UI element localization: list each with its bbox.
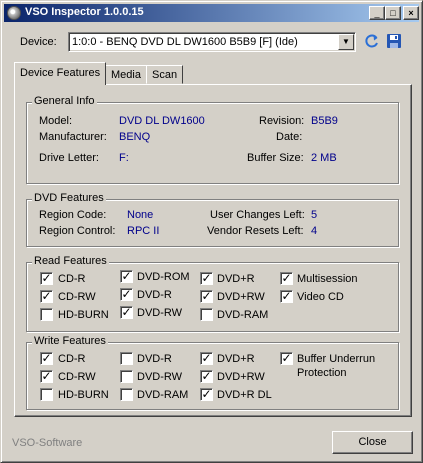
vendor-resets-label: Vendor Resets Left: — [207, 225, 304, 237]
buffer-size-value: 2 MB — [311, 152, 337, 164]
checkbox-write-dvd-plus-r[interactable]: ✓ — [200, 352, 213, 365]
read-hd-burn-label: HD-BURN — [58, 309, 109, 321]
checkbox-read-dvd-ram[interactable] — [200, 308, 213, 321]
read-dvd-plus-rw-label: DVD+RW — [217, 291, 265, 303]
close-button[interactable]: Close — [332, 431, 413, 454]
checkbox-read-dvd-rw[interactable]: ✓ — [120, 306, 133, 319]
revision-value: B5B9 — [311, 115, 338, 127]
write-dvd-r-label: DVD-R — [137, 353, 172, 365]
maximize-button[interactable]: □ — [385, 6, 401, 20]
minimize-button[interactable]: _ — [369, 6, 385, 20]
window-title: VSO Inspector 1.0.0.15 — [25, 6, 144, 18]
write-hd-burn-label: HD-BURN — [58, 389, 109, 401]
checkbox-read-dvd-plus-rw[interactable]: ✓ — [200, 290, 213, 303]
checkbox-read-cd-rw[interactable]: ✓ — [40, 290, 53, 303]
checkbox-read-dvd-plus-r[interactable]: ✓ — [200, 272, 213, 285]
checkbox-write-dvd-ram[interactable] — [120, 388, 133, 401]
write-buffer-underrun-label-line2: Protection — [297, 367, 347, 379]
checkbox-read-dvd-rom[interactable]: ✓ — [120, 270, 133, 283]
title-bar[interactable]: VSO Inspector 1.0.0.15 _ □ × — [4, 4, 419, 22]
read-cd-rw-label: CD-RW — [58, 291, 96, 303]
read-dvd-plus-r-label: DVD+R — [217, 273, 255, 285]
write-features-title: Write Features — [32, 335, 108, 347]
drive-letter-label: Drive Letter: — [39, 152, 99, 164]
checkbox-read-video-cd[interactable]: ✓ — [280, 290, 293, 303]
checkbox-write-dvd-r[interactable] — [120, 352, 133, 365]
read-video-cd-label: Video CD — [297, 291, 344, 303]
read-dvd-rom-label: DVD-ROM — [137, 271, 190, 283]
general-info-title: General Info — [32, 95, 97, 107]
drive-letter-value: F: — [119, 152, 129, 164]
region-code-label: Region Code: — [39, 209, 107, 221]
checkbox-write-buffer-underrun[interactable]: ✓ — [280, 352, 293, 365]
checkbox-write-dvd-rw[interactable] — [120, 370, 133, 383]
read-multisession-label: Multisession — [297, 273, 358, 285]
device-label: Device: — [20, 36, 57, 48]
read-dvd-rw-label: DVD-RW — [137, 307, 183, 319]
checkbox-write-dvd-plus-r-dl[interactable]: ✓ — [200, 388, 213, 401]
model-label: Model: — [39, 115, 73, 127]
write-dvd-ram-label: DVD-RAM — [137, 389, 189, 401]
dvd-features-title: DVD Features — [32, 192, 106, 204]
manufacturer-value: BENQ — [119, 131, 151, 143]
read-cd-r-label: CD-R — [58, 273, 86, 285]
chevron-down-icon[interactable]: ▼ — [338, 34, 354, 50]
app-window: VSO Inspector 1.0.0.15 _ □ × Device: 1:0… — [0, 0, 423, 463]
close-window-button[interactable]: × — [403, 6, 419, 20]
checkbox-read-multisession[interactable]: ✓ — [280, 272, 293, 285]
checkbox-write-hd-burn[interactable] — [40, 388, 53, 401]
save-icon[interactable] — [386, 33, 402, 49]
tab-device-features[interactable]: Device Features — [14, 62, 107, 85]
buffer-size-label: Buffer Size: — [247, 152, 304, 164]
write-cd-rw-label: CD-RW — [58, 371, 96, 383]
date-label: Date: — [276, 131, 303, 143]
read-dvd-ram-label: DVD-RAM — [217, 309, 269, 321]
checkbox-read-hd-burn[interactable] — [40, 308, 53, 321]
device-select-value: 1:0:0 - BENQ DVD DL DW1600 B5B9 [F] (Ide… — [72, 36, 298, 48]
read-dvd-r-label: DVD-R — [137, 289, 172, 301]
model-value: DVD DL DW1600 — [119, 115, 205, 127]
general-info-group: General Info — [26, 95, 399, 184]
region-control-label: Region Control: — [39, 225, 116, 237]
write-cd-r-label: CD-R — [58, 353, 86, 365]
region-code-value: None — [127, 209, 154, 221]
vso-software-brand: VSO-Software — [12, 437, 83, 449]
dvd-features-group: DVD Features — [26, 192, 399, 247]
disc-icon — [7, 6, 21, 20]
checkbox-read-dvd-r[interactable]: ✓ — [120, 288, 133, 301]
write-dvd-plus-r-dl-label: DVD+R DL — [217, 389, 272, 401]
write-dvd-plus-r-label: DVD+R — [217, 353, 255, 365]
tab-scan[interactable]: Scan — [146, 65, 184, 84]
device-select[interactable]: 1:0:0 - BENQ DVD DL DW1600 B5B9 [F] (Ide… — [68, 32, 356, 52]
refresh-icon[interactable] — [364, 33, 380, 49]
checkbox-write-cd-rw[interactable]: ✓ — [40, 370, 53, 383]
write-dvd-rw-label: DVD-RW — [137, 371, 183, 383]
user-changes-label: User Changes Left: — [210, 209, 305, 221]
checkbox-write-dvd-plus-rw[interactable]: ✓ — [200, 370, 213, 383]
write-buffer-underrun-label: Buffer Underrun — [297, 353, 376, 365]
checkbox-write-cd-r[interactable]: ✓ — [40, 352, 53, 365]
write-dvd-plus-rw-label: DVD+RW — [217, 371, 265, 383]
tab-media[interactable]: Media — [105, 65, 147, 84]
checkbox-read-cd-r[interactable]: ✓ — [40, 272, 53, 285]
vendor-resets-value: 4 — [311, 225, 318, 237]
region-control-value: RPC II — [127, 225, 160, 237]
revision-label: Revision: — [259, 115, 305, 127]
user-changes-value: 5 — [311, 209, 318, 221]
manufacturer-label: Manufacturer: — [39, 131, 107, 143]
read-features-title: Read Features — [32, 255, 109, 267]
